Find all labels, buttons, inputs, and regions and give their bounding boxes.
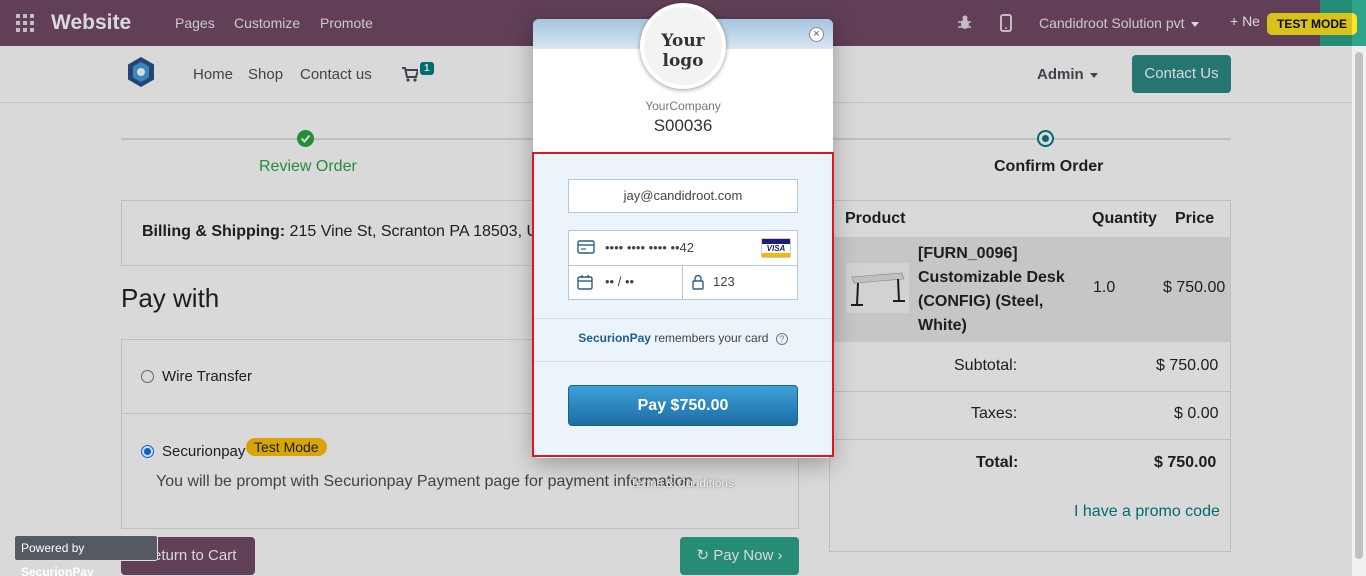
scrollbar-thumb[interactable] [1355, 52, 1363, 559]
terms-link[interactable]: Terms & Conditions [630, 476, 734, 490]
powered-by-badge[interactable]: Powered by SecurionPay [14, 535, 158, 576]
card-brand-label: VISA [766, 244, 786, 253]
credit-card-icon [577, 240, 595, 254]
email-field[interactable]: jay@candidroot.com [568, 179, 798, 213]
merchant-logo: Your logo [640, 3, 726, 89]
merchant-name: YourCompany [645, 99, 721, 113]
remember-brand: SecurionPay [578, 331, 651, 345]
remember-card-toggle[interactable]: SecurionPay remembers your card ? [534, 331, 832, 345]
powered-by-brand: SecurionPay [21, 565, 94, 576]
payment-form: jay@candidroot.com •••• •••• •••• ••42 V… [532, 152, 834, 457]
calendar-icon [577, 275, 593, 290]
securionpay-checkout-modal: × Your logo YourCompany S00036 jay@candi… [532, 3, 834, 458]
expiry-field[interactable]: •• / •• [605, 274, 634, 289]
divider [534, 318, 832, 319]
cvc-field[interactable]: 123 [713, 274, 735, 289]
lock-icon [692, 274, 704, 290]
help-icon[interactable]: ? [775, 332, 788, 345]
close-icon[interactable]: × [809, 27, 824, 42]
divider [534, 361, 832, 362]
divider [569, 265, 797, 266]
visa-icon: VISA [761, 238, 791, 258]
pay-button[interactable]: Pay $750.00 [568, 385, 798, 426]
page-scrollbar[interactable] [1352, 46, 1366, 576]
order-reference: S00036 [653, 116, 713, 135]
card-number-field[interactable]: •••• •••• •••• ••42 [605, 240, 694, 255]
powered-by-label: Powered by [21, 541, 85, 555]
remember-text: remembers your card [654, 331, 769, 345]
card-details: •••• •••• •••• ••42 VISA •• / •• 123 [568, 230, 798, 300]
divider [682, 265, 683, 299]
logo-text: Your logo [661, 31, 705, 71]
